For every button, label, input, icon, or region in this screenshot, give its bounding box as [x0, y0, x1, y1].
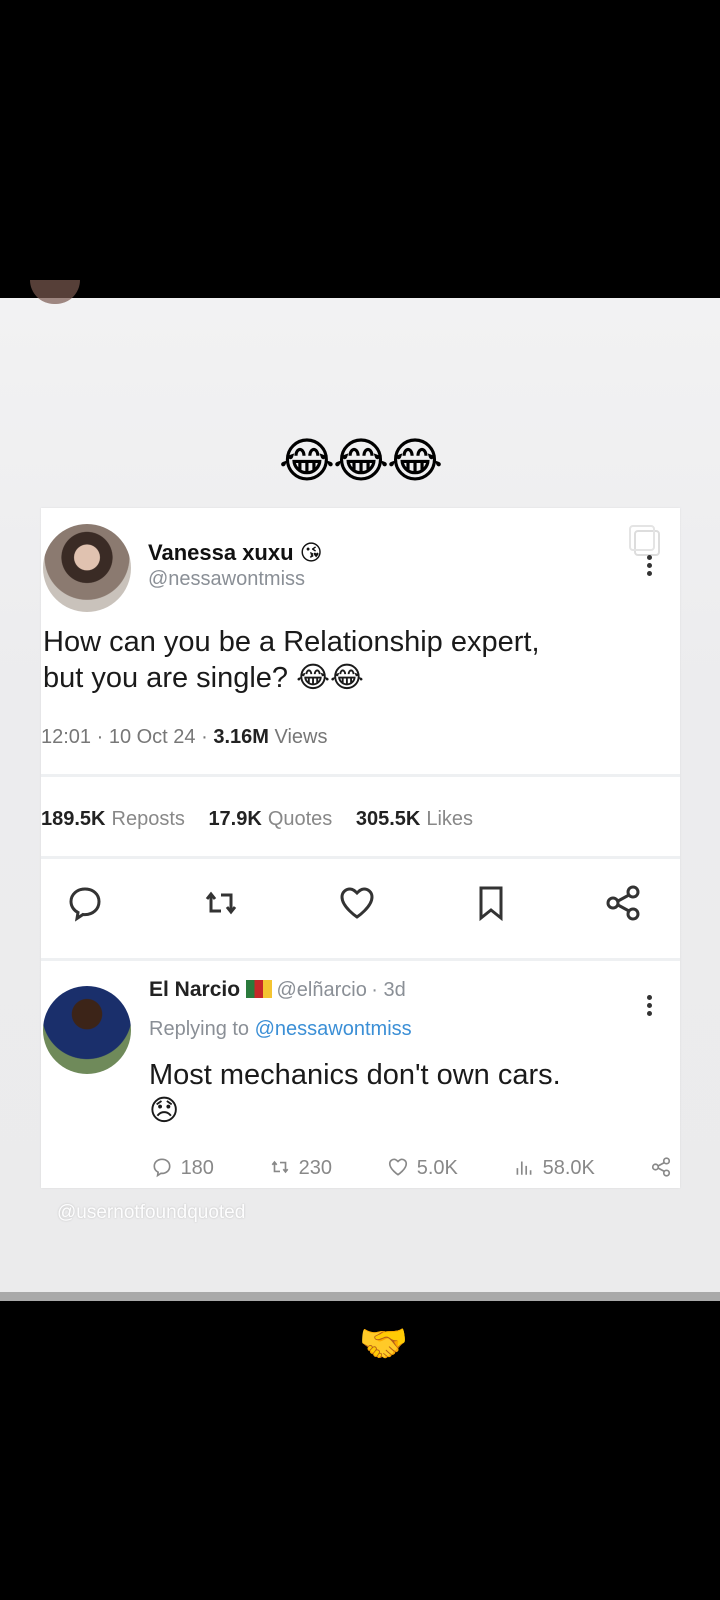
repost-icon: [271, 1160, 289, 1174]
views-icon: [516, 1161, 532, 1175]
progress-bar: [0, 1292, 720, 1301]
likes-count: 305.5K: [355, 808, 421, 830]
reply-icon: [153, 1158, 171, 1178]
divider: [41, 774, 680, 777]
replying-to: Replying to @nessawontmiss: [149, 1018, 669, 1041]
reply-stats: 180 230 5.0K 58.0K: [149, 1156, 674, 1180]
tweet-text-line: How can you be a Relationship expert,: [43, 626, 540, 658]
engagement-stats: 189.5K Reposts 17.9K Quotes 305.5K Likes: [41, 808, 491, 831]
action-bar: [41, 863, 680, 943]
bookmark-icon[interactable]: [471, 883, 511, 923]
reply-header: El Narcio @elñarcio · 3d: [149, 978, 669, 1002]
reply-count-button[interactable]: 180: [149, 1156, 214, 1180]
reposts-count: 189.5K: [41, 808, 106, 830]
tweet-text-line: but you are single? 😂😂: [43, 662, 364, 694]
reply-tweet: El Narcio @elñarcio · 3d Replying to @ne…: [149, 978, 669, 1129]
share-icon[interactable]: [603, 883, 643, 923]
views-label: Views: [274, 726, 328, 748]
views-count-button[interactable]: 58.0K: [511, 1156, 595, 1180]
quotes-stat[interactable]: 17.9K Quotes: [208, 808, 332, 830]
more-icon[interactable]: [647, 552, 653, 579]
repost-count-button[interactable]: 230: [267, 1156, 332, 1180]
divider: [41, 958, 680, 961]
story-frame: 😂😂😂 Vanessa xuxu 😘 @nessawontmiss How ca…: [0, 280, 720, 1298]
tweet-text: How can you be a Relationship expert, bu…: [43, 624, 663, 696]
watermark: @usernotfoundquoted: [57, 1202, 246, 1223]
tweet-screenshot-card: Vanessa xuxu 😘 @nessawontmiss How can yo…: [41, 508, 680, 1188]
quotes-count: 17.9K: [208, 808, 262, 830]
views-count: 58.0K: [542, 1157, 595, 1179]
avatar[interactable]: [43, 524, 131, 612]
avatar[interactable]: [43, 986, 131, 1074]
reply-timestamp: · 3d: [371, 979, 406, 1001]
views-count: 3.16M: [213, 726, 269, 748]
share-icon: [651, 1157, 671, 1177]
tweet-author-handle[interactable]: @nessawontmiss: [148, 568, 305, 591]
tweet-author-name[interactable]: Vanessa xuxu 😘: [148, 540, 323, 566]
like-count-button[interactable]: 5.0K: [385, 1156, 458, 1180]
repost-icon[interactable]: [201, 883, 241, 923]
replying-to-handle[interactable]: @nessawontmiss: [255, 1018, 412, 1040]
likes-label: Likes: [426, 808, 474, 830]
quotes-label: Quotes: [267, 808, 333, 830]
reposts-label: Reposts: [111, 808, 185, 830]
reply-icon[interactable]: [65, 883, 105, 923]
reply-author-handle[interactable]: @elñarcio: [277, 979, 367, 1001]
caption-top: 😂😂😂: [278, 435, 443, 488]
reply-share-button[interactable]: [648, 1156, 674, 1180]
replying-to-label: Replying to: [149, 1018, 250, 1040]
tweet-timestamp: 12:01 · 10 Oct 24 ·: [41, 726, 214, 748]
divider: [41, 856, 680, 859]
repost-count: 230: [298, 1157, 333, 1179]
story-author-avatar[interactable]: [30, 280, 80, 304]
reply-emoji: 😞: [149, 1095, 180, 1127]
like-icon: [389, 1158, 408, 1176]
caption-bottom: 😂🤝: [311, 1322, 409, 1366]
tweet-meta: 12:01 · 10 Oct 24 · 3.16M Views: [41, 726, 327, 749]
reply-text-line: Most mechanics don't own cars.: [149, 1059, 561, 1091]
reply-count: 180: [180, 1157, 214, 1179]
like-count: 5.0K: [416, 1157, 458, 1179]
flag-icon: [246, 980, 273, 998]
reply-author-name[interactable]: El Narcio: [149, 978, 240, 1001]
reply-text: Most mechanics don't own cars. 😞: [149, 1057, 669, 1129]
likes-stat[interactable]: 305.5K Likes: [356, 808, 473, 830]
like-icon[interactable]: [337, 883, 377, 923]
reposts-stat[interactable]: 189.5K Reposts: [41, 808, 185, 830]
